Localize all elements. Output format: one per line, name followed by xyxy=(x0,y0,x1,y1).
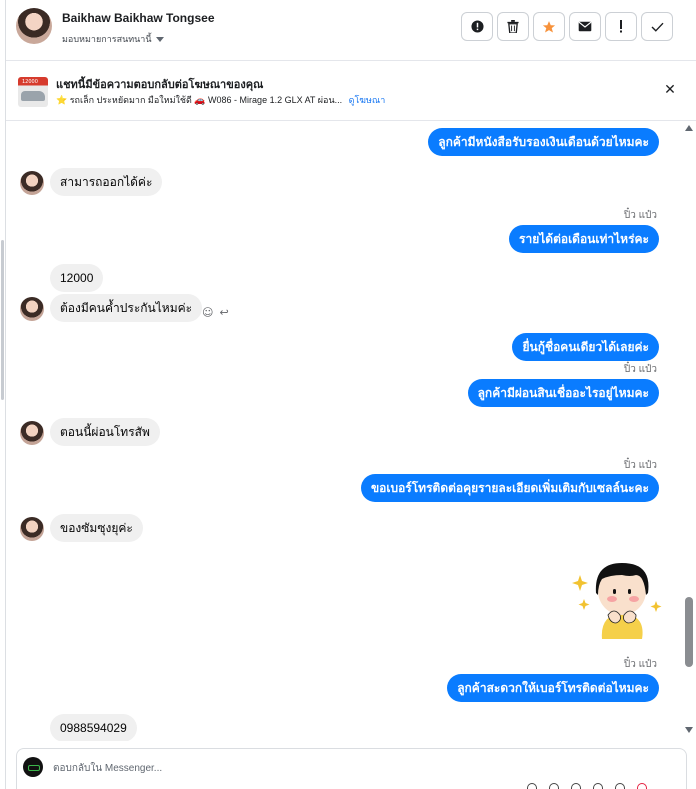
contact-avatar-small[interactable] xyxy=(20,297,44,321)
ad-description: ⭐ รถเล็ก ประหยัดมาก มือใหม่ใช้ดี 🚗 W086 … xyxy=(56,95,343,105)
message-thread[interactable]: ลูกค้ามีหนังสือรับรองเงินเดือนด้วยไหมคะ … xyxy=(6,121,682,741)
reply-input[interactable]: ตอบกลับใน Messenger... xyxy=(53,761,162,776)
reply-composer[interactable]: ตอบกลับใน Messenger... xyxy=(16,748,687,789)
incoming-message[interactable]: 0988594029 xyxy=(50,714,137,741)
page-avatar xyxy=(23,757,43,777)
incoming-message[interactable]: ต้องมีคนค้ำประกันไหมค่ะ xyxy=(50,294,203,322)
exclamation-icon xyxy=(620,20,622,33)
report-spam-button[interactable] xyxy=(461,12,493,41)
conversation-header: Baikhaw Baikhaw Tongsee มอบหมายการสนทนาน… xyxy=(6,0,696,61)
ad-reply-banner: 12000 แชทนี้มีข้อความตอบกลับต่อโฆษณาของค… xyxy=(6,61,696,121)
composer-tools xyxy=(527,783,647,789)
check-icon xyxy=(651,22,664,32)
assign-label: มอบหมายการสนทนานี้ xyxy=(62,34,152,44)
incoming-message[interactable]: ของซัมซุงยุค่ะ xyxy=(50,514,143,542)
emoji-icon[interactable] xyxy=(571,783,581,789)
message-actions: ☺ ↩ xyxy=(202,306,229,319)
thread-scrollbar[interactable] xyxy=(682,121,696,741)
envelope-icon xyxy=(578,21,592,32)
gif-icon[interactable] xyxy=(593,783,603,789)
scroll-down-arrow-icon[interactable] xyxy=(685,727,693,733)
contact-avatar-small[interactable] xyxy=(20,517,44,541)
car-image xyxy=(21,91,45,101)
image-icon[interactable] xyxy=(549,783,559,789)
scroll-up-arrow-icon[interactable] xyxy=(685,125,693,131)
assign-conversation-dropdown[interactable]: มอบหมายการสนทนานี้ xyxy=(62,32,164,46)
seen-by-label: ปิ๋ว แป๋ว xyxy=(623,210,657,221)
seen-by-label: ปิ๋ว แป๋ว xyxy=(623,460,657,471)
seen-by-label: ปิ๋ว แป๋ว xyxy=(623,659,657,670)
incoming-message[interactable]: ตอนนี้ผ่อนโทรสัพ xyxy=(50,418,160,446)
outgoing-message[interactable]: ลูกค้ามีผ่อนสินเชื่ออะไรอยู่ไหมคะ xyxy=(467,379,659,407)
contact-name[interactable]: Baikhaw Baikhaw Tongsee xyxy=(62,11,215,25)
trash-icon xyxy=(507,20,519,33)
attachment-icon[interactable] xyxy=(527,783,537,789)
incoming-message[interactable]: 12000 xyxy=(50,264,104,292)
outgoing-message[interactable]: ลูกค้าสะดวกให้เบอร์โทรติดต่อไหมคะ xyxy=(447,674,659,702)
ad-banner-title: แชทนี้มีข้อความตอบกลับต่อโฆษณาของคุณ xyxy=(56,79,264,91)
contact-avatar[interactable] xyxy=(16,8,52,44)
ad-thumbnail[interactable]: 12000 xyxy=(18,77,48,107)
outgoing-message[interactable]: ขอเบอร์โทรติดต่อคุยรายละเอียดเพิ่มเติมกั… xyxy=(360,474,659,502)
react-emoji-icon[interactable]: ☺ xyxy=(202,306,213,319)
caret-down-icon xyxy=(155,37,164,42)
incoming-message[interactable]: สามารถออกได้ค่ะ xyxy=(50,168,163,196)
mark-important-button[interactable] xyxy=(605,12,637,41)
reply-icon[interactable]: ↩ xyxy=(219,306,228,319)
like-icon[interactable] xyxy=(637,783,647,789)
contact-avatar-small[interactable] xyxy=(20,421,44,445)
outgoing-message[interactable]: รายได้ต่อเดือนเท่าไหร่คะ xyxy=(509,225,659,253)
delete-button[interactable] xyxy=(497,12,529,41)
close-icon[interactable]: ✕ xyxy=(663,83,677,97)
mark-done-button[interactable] xyxy=(641,12,673,41)
contact-avatar-small[interactable] xyxy=(20,171,44,195)
seen-by-label: ปิ๋ว แป๋ว xyxy=(623,364,657,375)
star-icon xyxy=(542,20,556,33)
outgoing-message[interactable]: ลูกค้ามีหนังสือรับรองเงินเดือนด้วยไหมคะ xyxy=(428,128,659,156)
view-ad-link[interactable]: ดูโฆษณา xyxy=(349,95,386,105)
sticker-image[interactable] xyxy=(572,555,662,643)
ad-banner-subtitle: ⭐ รถเล็ก ประหยัดมาก มือใหม่ใช้ดี 🚗 W086 … xyxy=(56,93,385,107)
alert-circle-icon xyxy=(470,20,484,33)
left-scroll-indicator[interactable] xyxy=(1,240,4,400)
scrollbar-thumb[interactable] xyxy=(685,597,693,667)
header-actions xyxy=(461,12,673,41)
star-button[interactable] xyxy=(533,12,565,41)
outgoing-message[interactable]: ยื่นกู้ชื่อคนเดียวได้เลยค่ะ xyxy=(512,333,659,361)
mark-unread-button[interactable] xyxy=(569,12,601,41)
saved-reply-icon[interactable] xyxy=(615,783,625,789)
ad-thumbnail-price: 12000 xyxy=(22,79,38,85)
